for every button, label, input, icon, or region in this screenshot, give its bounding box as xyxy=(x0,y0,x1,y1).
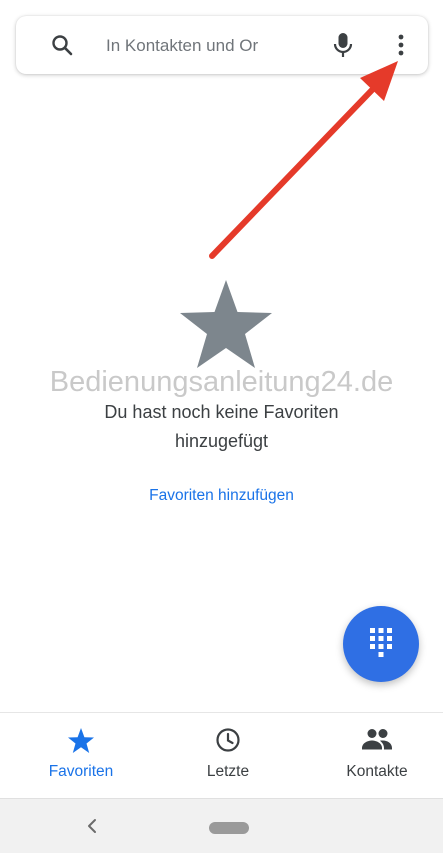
home-button[interactable] xyxy=(209,822,249,834)
star-icon xyxy=(7,727,155,753)
empty-state-title: Du hast noch keine Favoriten xyxy=(104,402,339,422)
people-icon xyxy=(303,727,443,753)
empty-favorites-star-icon xyxy=(178,278,274,375)
empty-state-subtitle: hinzugefügt xyxy=(174,431,269,451)
nav-label: Favoriten xyxy=(48,763,114,780)
annotation-arrow xyxy=(209,61,398,259)
nav-item-favorites[interactable]: Favoriten xyxy=(7,713,155,799)
back-chevron-icon[interactable] xyxy=(86,817,98,840)
nav-item-contacts[interactable]: Kontakte xyxy=(303,713,443,799)
add-favorites-link[interactable]: Favoriten hinzufügen xyxy=(0,487,443,505)
nav-label: Letzte xyxy=(206,763,250,780)
dialpad-icon xyxy=(369,627,393,662)
nav-label: Kontakte xyxy=(346,763,408,780)
bottom-navigation: Favoriten Letzte Kontakte xyxy=(0,712,443,799)
system-navigation-bar xyxy=(0,798,443,853)
clock-icon xyxy=(154,727,302,753)
nav-item-recent[interactable]: Letzte xyxy=(154,713,302,799)
watermark: Bedienungsanleitung24.de xyxy=(49,366,394,398)
dialpad-button[interactable] xyxy=(343,606,419,682)
